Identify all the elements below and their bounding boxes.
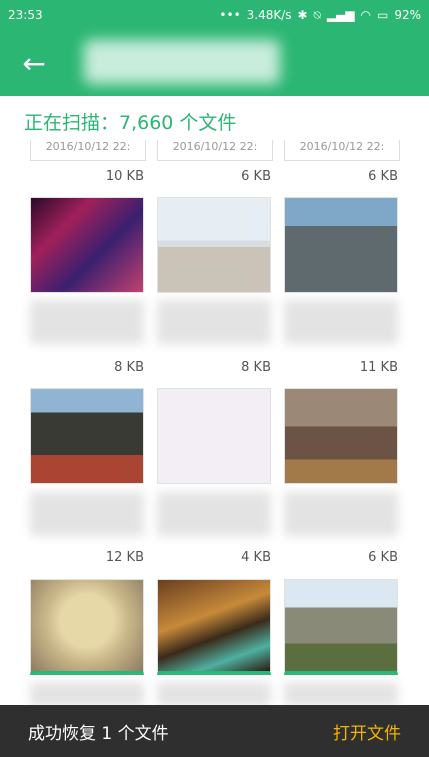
file-size: 8 KB	[114, 360, 144, 375]
file-size: 6 KB	[368, 169, 398, 184]
blurred-info	[157, 300, 271, 344]
snackbar-message: 成功恢复 1 个文件	[28, 723, 169, 744]
status-icons: ••• 3.48K/s ✱ ⍉ ▂▄▆ ◠ ▭ 92%	[219, 8, 421, 23]
status-bar: 23:53 ••• 3.48K/s ✱ ⍉ ▂▄▆ ◠ ▭ 92%	[0, 0, 429, 30]
file-size: 11 KB	[359, 360, 398, 375]
open-file-button[interactable]: 打开文件	[333, 719, 401, 744]
network-speed: 3.48K/s	[246, 8, 292, 22]
blank-photo[interactable]	[157, 388, 271, 484]
mountain-photo[interactable]	[284, 579, 398, 675]
food-rice-photo[interactable]	[30, 579, 144, 675]
blurred-title	[84, 40, 280, 84]
back-arrow-icon[interactable]: ←	[18, 48, 50, 80]
file-size: 4 KB	[241, 550, 271, 565]
blurred-info	[284, 492, 398, 536]
snackbar: 成功恢复 1 个文件 打开文件	[0, 705, 429, 757]
building-facade-photo[interactable]	[284, 197, 398, 293]
file-size: 12 KB	[105, 550, 144, 565]
more-dots-icon: •••	[219, 8, 241, 22]
file-size: 6 KB	[368, 550, 398, 565]
signal-icon: ▂▄▆	[326, 8, 355, 22]
blurred-info	[284, 300, 398, 344]
status-time: 23:53	[8, 8, 43, 22]
date-label: 2016/10/12 22:	[157, 140, 273, 161]
blurred-info	[157, 492, 271, 536]
file-size: 10 KB	[105, 169, 144, 184]
blurred-info	[157, 682, 271, 706]
blurred-info	[30, 300, 144, 344]
battery-icon: ▭	[376, 8, 389, 22]
date-label: 2016/10/12 22:	[30, 140, 146, 161]
temple-gate-photo[interactable]	[30, 388, 144, 484]
blurred-info	[30, 492, 144, 536]
date-label: 2016/10/12 22:	[284, 140, 400, 161]
colorful-abstract-photo[interactable]	[157, 579, 271, 675]
blurred-info	[30, 682, 144, 706]
bluetooth-icon: ✱	[297, 8, 308, 22]
battery-level: 92%	[394, 8, 421, 22]
scan-status: 正在扫描：7,660 个文件	[24, 112, 237, 134]
room-desk-photo[interactable]	[284, 388, 398, 484]
file-size: 6 KB	[241, 169, 271, 184]
app-bar: ←	[0, 30, 429, 96]
mute-icon: ⍉	[313, 7, 321, 22]
plaza-tents-photo[interactable]	[157, 197, 271, 293]
wifi-icon: ◠	[360, 8, 371, 22]
night-scene-photo[interactable]	[30, 197, 144, 293]
blurred-info	[284, 682, 398, 706]
file-size: 8 KB	[241, 360, 271, 375]
